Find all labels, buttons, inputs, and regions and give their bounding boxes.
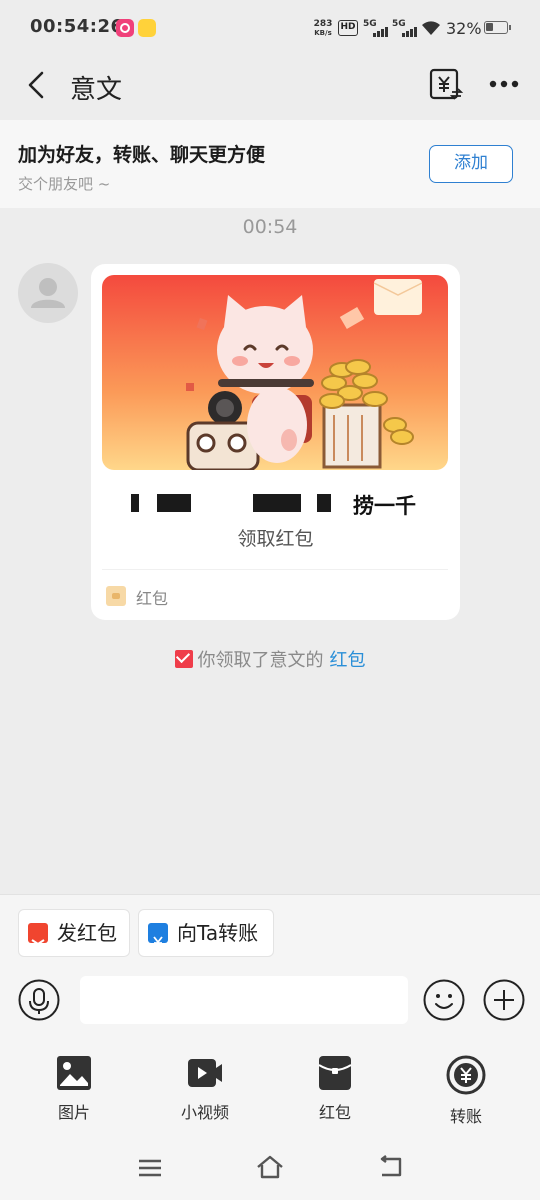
card-divider [102,569,448,570]
send-red-packet-button[interactable]: 发红包 [18,909,130,957]
add-friend-button[interactable]: 添加 [429,145,513,183]
card-footer-label: 红包 [136,589,169,608]
add-friend-banner: 加为好友，转账、聊天更方便 交个朋友吧 ~ 添加 [0,120,540,208]
redacted-text [131,494,139,512]
wifi-icon [422,21,440,35]
tool-video[interactable]: 小视频 [160,1055,250,1123]
redacted-text [253,494,301,512]
tool-transfer[interactable]: 转账 [421,1055,511,1127]
status-time: 00:54:26 [30,16,124,37]
red-envelope-icon [174,650,193,668]
transfer-yen-icon[interactable] [428,66,464,102]
hd-voice-icon: HD [338,20,358,36]
transfer-button[interactable]: 向Ta转账 [138,909,274,957]
red-packet-icon [28,923,48,946]
transfer-icon [148,923,168,949]
signal-5g-icon-2: 5G [392,19,418,37]
notice-red-packet-link[interactable]: 红包 [330,650,366,671]
system-nav-bar [0,1136,540,1200]
more-options-icon[interactable] [487,72,521,96]
plus-icon[interactable] [483,979,525,1021]
battery-icon [484,21,511,34]
input-panel: 发红包 向Ta转账 图片 小视频 红包 转账 [0,894,540,1137]
app-notification-icon [116,19,134,37]
tool-red-packet[interactable]: 红包 [290,1055,380,1123]
message-input[interactable] [80,976,408,1024]
red-packet-icon [318,1056,352,1090]
chat-title: 意文 [70,75,123,105]
status-bar: 00:54:26 283 KB/s HD 5G 5G 32% [0,0,540,56]
home-icon[interactable] [256,1154,284,1180]
app-notification-icon-2 [138,19,156,37]
network-speed: 283 KB/s [313,19,333,38]
system-notice: 你领取了意文的 红包 [0,646,540,672]
back-arrow-icon[interactable] [22,70,52,100]
message-timestamp: 00:54 [242,216,298,238]
red-packet-cover-image [102,275,448,470]
signal-5g-icon: 5G [363,19,389,37]
image-icon [57,1056,91,1090]
redacted-text [317,494,331,512]
red-packet-card[interactable]: 捞一千 领取红包 红包 [91,264,460,620]
video-icon [188,1059,222,1087]
redacted-text [157,494,191,512]
claim-red-packet-label: 领取红包 [237,528,314,550]
default-avatar-icon [31,278,65,308]
notice-text: 你领取了意文的 [197,650,324,671]
banner-title: 加为好友，转账、聊天更方便 [18,144,266,166]
back-nav-icon[interactable] [376,1155,404,1179]
avatar[interactable] [18,263,78,323]
transfer-icon [446,1055,486,1095]
red-packet-small-icon [106,586,126,606]
menu-icon[interactable] [138,1158,162,1178]
tool-image[interactable]: 图片 [29,1055,119,1123]
banner-subtitle: 交个朋友吧 ~ [18,175,111,193]
emoji-icon[interactable] [423,979,465,1021]
battery-percent: 32% [446,19,482,38]
title-bar: 意文 [0,56,540,120]
voice-input-icon[interactable] [18,979,60,1021]
red-packet-message: 捞一千 [353,494,416,518]
